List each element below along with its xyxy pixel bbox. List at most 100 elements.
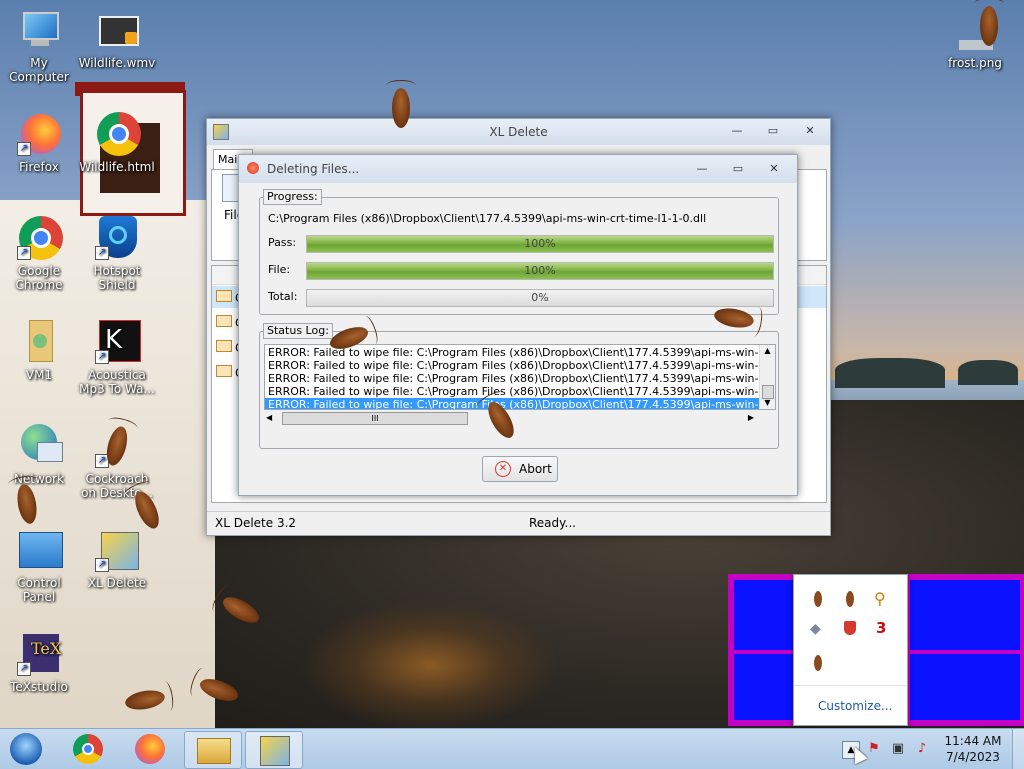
- xl-delete-icon: ↗: [95, 528, 139, 572]
- taskbar-explorer[interactable]: [184, 731, 242, 769]
- chrome-icon-center: [82, 743, 94, 755]
- desktop-icon-vm1[interactable]: VM1: [0, 320, 78, 382]
- xl-delete-icon: [260, 736, 290, 766]
- current-file: C:\Program Files (x86)\Dropbox\Client\17…: [268, 212, 707, 225]
- folder-icon: [197, 738, 231, 764]
- island: [958, 360, 1018, 385]
- shortcut-arrow-icon: ↗: [95, 246, 109, 260]
- clock-time: 11:44 AM: [944, 734, 1002, 748]
- folder-icon: [216, 365, 232, 377]
- file-percent: 100%: [524, 264, 556, 277]
- shortcut-arrow-icon: ↗: [95, 558, 109, 572]
- taskbar-firefox[interactable]: [122, 731, 178, 767]
- status-bar: XL Delete 3.2 Ready...: [207, 511, 830, 534]
- desktop-icon-label: XL Delete: [87, 576, 147, 590]
- scroll-left-icon[interactable]: ◀: [266, 410, 272, 426]
- pass-progress-bar: 100%: [306, 235, 774, 253]
- desktop-icon-control-panel[interactable]: Control Panel: [0, 528, 78, 604]
- shortcut-arrow-icon: ↗: [95, 350, 109, 364]
- desktop-icon-label: VM1: [25, 368, 53, 382]
- desktop-icon-label: Acoustica Mp3 To Wa...: [79, 368, 155, 396]
- dropbox-icon[interactable]: ◆: [810, 621, 821, 637]
- abort-label: Abort: [519, 462, 552, 476]
- file-label: File:: [268, 263, 291, 276]
- three-icon[interactable]: 3: [876, 619, 886, 637]
- desktop-icon-label: Wildlife.html: [79, 160, 155, 174]
- scroll-down-icon[interactable]: ▼: [760, 397, 775, 409]
- shortcut-arrow-icon: ↗: [17, 246, 31, 260]
- maximize-button[interactable]: ▭: [725, 161, 751, 177]
- total-percent: 0%: [531, 291, 549, 304]
- desktop-icon-texstudio[interactable]: TeX ↗ TeXstudio: [0, 632, 78, 694]
- preview-block: [734, 580, 796, 650]
- start-button[interactable]: [2, 731, 54, 767]
- chrome-icon: [95, 112, 141, 156]
- log-vertical-scrollbar[interactable]: ▲ ▼: [759, 345, 775, 409]
- abort-button[interactable]: ✕ Abort: [482, 456, 558, 482]
- cockroach-tray-icon[interactable]: [814, 591, 822, 607]
- status-version: XL Delete 3.2: [215, 516, 297, 530]
- shield-icon: ↗: [95, 216, 139, 260]
- cockroach-sprite: [980, 6, 998, 46]
- customize-link[interactable]: Customize...: [818, 699, 892, 713]
- desktop-icon-acoustica[interactable]: K ↗ Acoustica Mp3 To Wa...: [78, 320, 156, 396]
- main-titlebar: XL Delete — ▭ ✕: [207, 119, 830, 145]
- firefox-icon: [135, 734, 165, 764]
- preview-block: [910, 580, 1020, 650]
- status-log-list[interactable]: ERROR: Failed to wipe file: C:\Program F…: [264, 344, 776, 410]
- desktop-icon-label: frost.png: [948, 56, 1002, 70]
- cockroach-sprite: [386, 80, 416, 128]
- desktop-icon-frost-png[interactable]: frost.png: [936, 8, 1014, 70]
- close-button[interactable]: ✕: [761, 161, 787, 177]
- volume-muted-icon[interactable]: ♪: [914, 741, 930, 757]
- computer-icon: [17, 8, 61, 52]
- user-folder-icon: [17, 320, 61, 364]
- action-center-icon[interactable]: ⚑: [866, 741, 882, 757]
- texstudio-icon: TeX ↗: [17, 632, 61, 676]
- pass-label: Pass:: [268, 236, 297, 249]
- video-file-icon: [95, 8, 139, 52]
- hscroll-thumb[interactable]: III: [282, 412, 468, 425]
- minimize-button[interactable]: —: [689, 161, 715, 177]
- log-line-selected[interactable]: ERROR: Failed to wipe file: C:\Program F…: [265, 398, 759, 409]
- maximize-button[interactable]: ▭: [760, 123, 786, 139]
- desktop: My Computer Wildlife.wmv frost.png ↗ Fir…: [0, 0, 1024, 728]
- log-line[interactable]: ERROR: Failed to wipe file: C:\Program F…: [265, 372, 759, 385]
- dialog-title: Deleting Files...: [267, 162, 360, 176]
- clock[interactable]: 11:44 AM 7/4/2023: [940, 733, 1006, 765]
- shield-tray-icon[interactable]: [844, 621, 856, 635]
- minimize-button[interactable]: —: [724, 123, 750, 139]
- desktop-icon-wildlife-wmv[interactable]: Wildlife.wmv: [78, 8, 156, 70]
- desktop-icon-my-computer[interactable]: My Computer: [0, 8, 78, 84]
- desktop-icon-label: Firefox: [19, 160, 59, 174]
- log-line[interactable]: ERROR: Failed to wipe file: C:\Program F…: [265, 385, 759, 398]
- folder-icon: [216, 315, 232, 327]
- taskbar-xl-delete[interactable]: [245, 731, 303, 769]
- show-desktop-button[interactable]: [1012, 729, 1024, 769]
- desktop-icon-label: Hotspot Shield: [93, 264, 141, 292]
- scroll-right-icon[interactable]: ▶: [748, 410, 754, 426]
- audio-converter-icon: K ↗: [95, 320, 141, 364]
- desktop-icon-wildlife-html[interactable]: Wildlife.html: [78, 112, 156, 174]
- scroll-up-icon[interactable]: ▲: [760, 345, 775, 357]
- network-tray-icon[interactable]: ▣: [890, 741, 906, 757]
- desktop-icon-firefox[interactable]: ↗ Firefox: [0, 112, 78, 174]
- desktop-icon-network[interactable]: Network: [0, 424, 78, 486]
- cockroach-tray-icon[interactable]: [814, 655, 822, 671]
- cockroach-tray-icon[interactable]: [846, 591, 854, 607]
- log-horizontal-scrollbar[interactable]: ◀ III ▶: [264, 410, 774, 426]
- desktop-icon-label: Wildlife.wmv: [78, 56, 156, 70]
- network-icon: [17, 424, 63, 468]
- log-line[interactable]: ERROR: Failed to wipe file: C:\Program F…: [265, 359, 759, 372]
- desktop-icon-xl-delete[interactable]: ↗ XL Delete: [78, 528, 156, 590]
- firefox-icon: ↗: [17, 112, 61, 156]
- desktop-icon-google-chrome[interactable]: ↗ Google Chrome: [0, 216, 78, 292]
- desktop-icon-hotspot-shield[interactable]: ↗ Hotspot Shield: [78, 216, 156, 292]
- taskbar-chrome[interactable]: [60, 731, 116, 767]
- file-progress-bar: 100%: [306, 262, 774, 280]
- close-button[interactable]: ✕: [797, 123, 823, 139]
- taskbar: ▲ ⚑ ▣ ♪ 11:44 AM 7/4/2023: [0, 728, 1024, 769]
- chrome-icon: ↗: [17, 216, 63, 260]
- search-icon[interactable]: ⚲: [874, 589, 886, 608]
- progress-group-label: Progress:: [263, 189, 322, 205]
